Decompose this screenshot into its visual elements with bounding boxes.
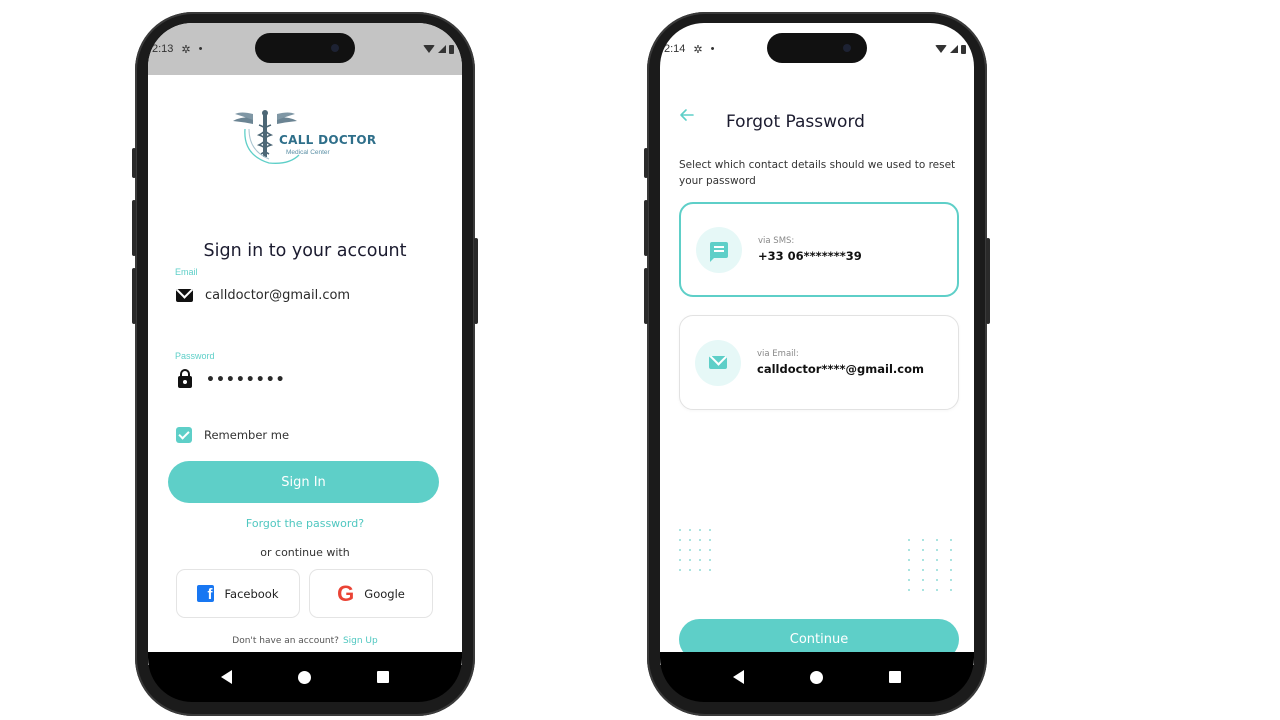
email-label: Email [175, 267, 198, 277]
battery-icon [449, 44, 454, 54]
sms-option-card[interactable]: via SMS: +33 06*******39 [679, 202, 959, 297]
cellular-signal-icon [950, 45, 958, 53]
notification-dot-icon: • [198, 43, 203, 55]
call-doctor-logo: CALL DOCTOR Medical Center [231, 107, 376, 167]
phone-signin: 2:13 ✲ • CALL DOCTOR Medical Center Sign… [132, 12, 478, 716]
phone-power-button [474, 238, 478, 324]
email-option-card[interactable]: via Email: calldoctor****@gmail.com [679, 315, 959, 410]
cellular-signal-icon [438, 45, 446, 53]
no-account-text: Don't have an account? [232, 636, 339, 646]
signup-prompt: Don't have an account? Sign Up [148, 636, 462, 646]
phone-side-button [132, 200, 136, 256]
screen-forgot-password: 2:14 ✲ • Forgot Password Select which co… [660, 23, 974, 665]
google-icon: G [337, 580, 355, 606]
forgot-password-link[interactable]: Forgot the password? [148, 517, 462, 530]
phone-side-button [644, 200, 648, 256]
google-label: Google [364, 586, 405, 601]
phone-side-button [132, 268, 136, 324]
page-title: Sign in to your account [203, 241, 407, 261]
email-option-value: calldoctor****@gmail.com [757, 362, 924, 376]
password-label: Password [175, 351, 215, 361]
nav-home-icon[interactable] [298, 670, 311, 684]
status-time: 2:13 [152, 43, 174, 55]
back-arrow-icon[interactable] [679, 107, 695, 123]
notification-dot-icon: • [710, 43, 715, 55]
email-field[interactable]: calldoctor@gmail.com [176, 288, 350, 303]
camera-notch [255, 33, 355, 63]
google-login-button[interactable]: G Google [309, 569, 433, 618]
android-nav-bar [148, 652, 462, 702]
sms-option-value: +33 06*******39 [758, 249, 862, 263]
nav-back-icon[interactable] [733, 670, 744, 684]
facebook-label: Facebook [224, 586, 279, 601]
chat-icon [710, 241, 728, 262]
decorative-dot-grid [908, 539, 952, 591]
camera-notch [767, 33, 867, 63]
status-time: 2:14 [664, 43, 686, 55]
remember-me-checkbox[interactable] [176, 427, 192, 443]
battery-icon [961, 44, 966, 54]
sign-up-link[interactable]: Sign Up [343, 636, 378, 646]
phone-power-button [986, 238, 990, 324]
sign-in-button[interactable]: Sign In [168, 461, 439, 503]
phone-side-button [132, 148, 136, 178]
email-input-value[interactable]: calldoctor@gmail.com [205, 288, 350, 303]
phone-forgot-password: 2:14 ✲ • Forgot Password Select which co… [644, 12, 990, 716]
remember-me-label: Remember me [204, 428, 290, 442]
email-icon-circle [695, 339, 741, 386]
settings-gear-icon: ✲ [693, 43, 703, 56]
phone-side-button [644, 268, 648, 324]
facebook-icon: f [197, 585, 215, 602]
facebook-login-button[interactable]: f Facebook [176, 569, 300, 618]
wifi-icon [423, 45, 435, 53]
email-option-label: via Email: [757, 349, 799, 359]
wifi-icon [935, 45, 947, 53]
nav-recents-icon[interactable] [377, 671, 389, 683]
decorative-dot-grid [679, 529, 711, 571]
page-title: Forgot Password [726, 112, 865, 132]
settings-gear-icon: ✲ [181, 43, 191, 56]
logo-subtitle: Medical Center [286, 149, 330, 156]
phone-side-button [644, 148, 648, 178]
nav-recents-icon[interactable] [889, 671, 901, 683]
reset-description: Select which contact details should we u… [679, 159, 956, 187]
android-nav-bar [660, 652, 974, 702]
remember-me-row[interactable]: Remember me [176, 427, 289, 443]
nav-home-icon[interactable] [810, 670, 823, 684]
password-input-value[interactable]: •••••••• [206, 372, 286, 388]
mail-icon [176, 289, 193, 302]
sms-icon-circle [696, 226, 742, 273]
screen-signin: 2:13 ✲ • CALL DOCTOR Medical Center Sign… [148, 23, 462, 665]
logo-title: CALL DOCTOR [279, 133, 377, 147]
or-continue-text: or continue with [260, 546, 350, 559]
lock-icon [178, 369, 192, 388]
sms-option-label: via SMS: [758, 236, 795, 246]
nav-back-icon[interactable] [221, 670, 232, 684]
password-field[interactable]: •••••••• [176, 369, 286, 388]
mail-icon [709, 356, 727, 369]
mockup-stage: 2:13 ✲ • CALL DOCTOR Medical Center Sign… [0, 0, 1280, 720]
